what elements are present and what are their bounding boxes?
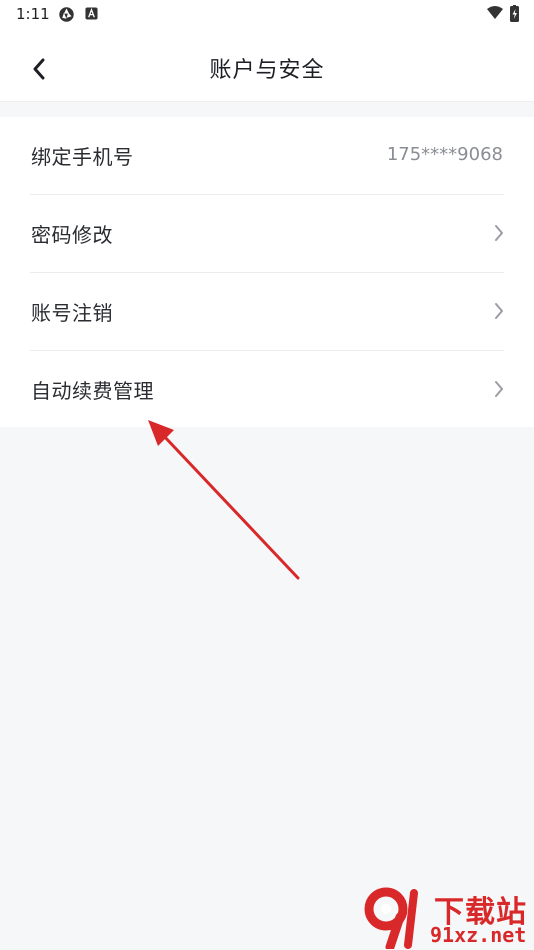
watermark-url: 91xz.net <box>430 923 527 947</box>
chevron-right-icon <box>495 381 503 397</box>
watermark-logo-icon <box>364 887 418 949</box>
settings-item-change-password[interactable]: 密码修改 <box>0 195 534 273</box>
notification-a-icon <box>85 7 98 20</box>
settings-item-label: 绑定手机号 <box>31 145 134 169</box>
settings-item-label: 自动续费管理 <box>31 379 154 403</box>
phone-number-value: 175****9068 <box>386 144 503 165</box>
settings-item-auto-renewal[interactable]: 自动续费管理 <box>0 351 534 429</box>
status-time: 1:11 <box>16 5 50 23</box>
settings-list: 绑定手机号 175****9068 密码修改 账号注销 自动续费管理 <box>0 117 534 427</box>
site-watermark: 下载站 91xz.net <box>362 887 532 949</box>
settings-item-delete-account[interactable]: 账号注销 <box>0 273 534 351</box>
settings-item-label: 密码修改 <box>31 223 113 247</box>
chevron-right-icon <box>495 303 503 319</box>
app-header: 账户与安全 <box>0 30 534 102</box>
chevron-right-icon <box>495 225 503 241</box>
aperture-icon <box>59 7 74 22</box>
status-bar: 1:11 <box>0 0 534 30</box>
settings-item-label: 账号注销 <box>31 301 113 325</box>
settings-item-bind-phone[interactable]: 绑定手机号 175****9068 <box>0 117 534 195</box>
page-title: 账户与安全 <box>209 58 325 83</box>
signal-battery-icons <box>487 5 519 22</box>
